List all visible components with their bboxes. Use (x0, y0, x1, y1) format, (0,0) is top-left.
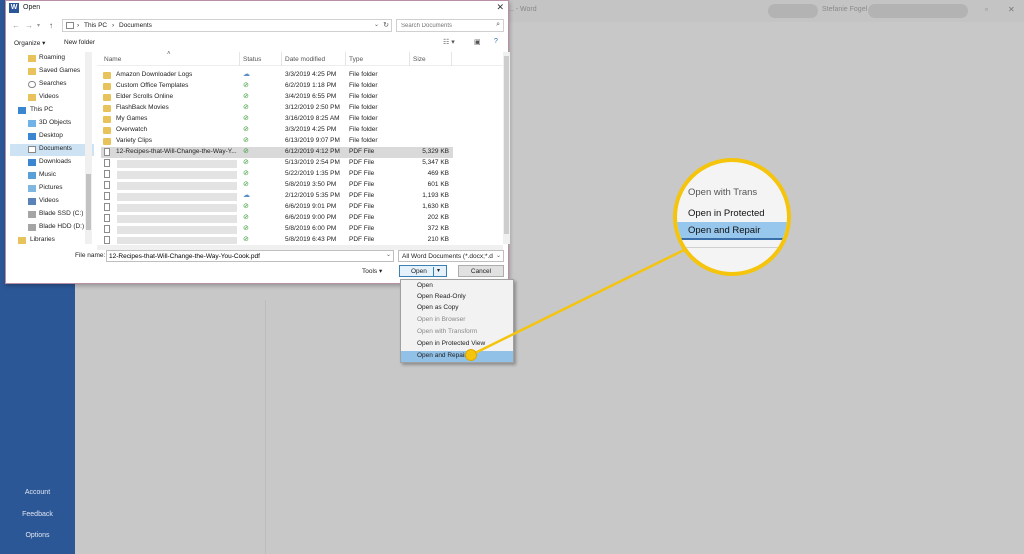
zoom-divider (677, 247, 787, 248)
callout-connector (470, 248, 685, 357)
zoom-item-open-and-repair: Open and Repair (677, 222, 787, 240)
zoom-item-label: Open and Repair (688, 225, 761, 236)
zoom-item-label: Open with Trans (688, 187, 758, 198)
callout-dot (465, 349, 477, 361)
zoom-magnifier: Open with Trans Open in Protected Open a… (673, 158, 791, 276)
callout-line (470, 248, 685, 357)
zoom-item-label: Open in Protected (688, 208, 765, 219)
